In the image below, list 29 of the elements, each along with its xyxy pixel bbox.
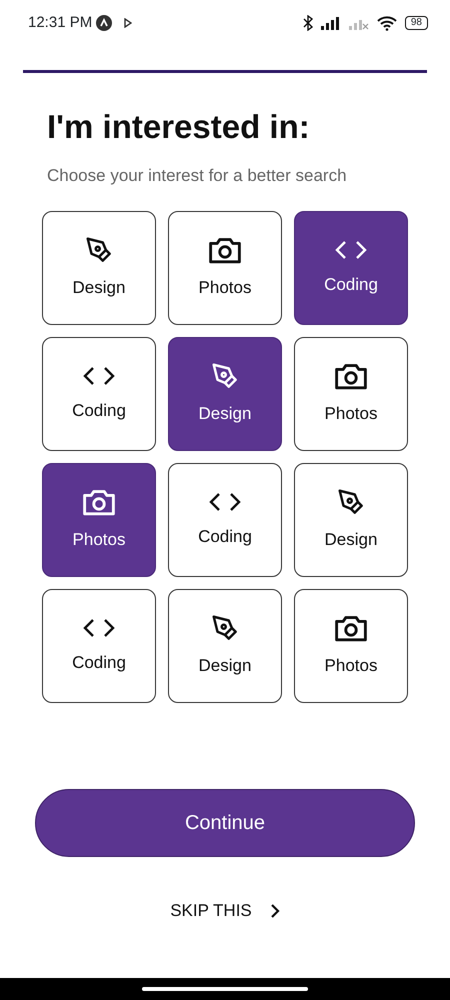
- interest-tile[interactable]: Design: [168, 589, 282, 704]
- continue-button[interactable]: Continue: [35, 789, 415, 858]
- status-time: 12:31 PM: [28, 12, 92, 33]
- interest-tile[interactable]: Photos: [294, 337, 408, 452]
- subtitle: Choose your interest for a better search: [47, 164, 348, 187]
- skip-button[interactable]: SKIP THIS: [164, 897, 286, 925]
- interest-tile[interactable]: Design: [294, 463, 408, 578]
- page-title: I'm interested in:: [47, 107, 311, 147]
- interest-tile[interactable]: Coding: [168, 463, 282, 578]
- interest-tile[interactable]: Design: [42, 211, 156, 326]
- play-icon: [124, 18, 132, 28]
- camera-icon: [82, 487, 116, 518]
- app-icon: [96, 15, 112, 31]
- signal-icon: [320, 16, 341, 30]
- camera-icon: [208, 235, 242, 266]
- camera-icon: [334, 613, 368, 644]
- camera-icon: [334, 361, 368, 392]
- interest-tile[interactable]: Coding: [42, 337, 156, 452]
- interest-tile[interactable]: Photos: [168, 211, 282, 326]
- battery-indicator: 98: [404, 16, 428, 30]
- interest-tile[interactable]: Photos: [42, 463, 156, 578]
- interest-tile[interactable]: Coding: [294, 211, 408, 326]
- interest-tile[interactable]: Design: [168, 337, 282, 452]
- chevron-icon: [270, 902, 280, 919]
- interest-tile[interactable]: Photos: [294, 589, 408, 704]
- wifi-icon: [376, 16, 397, 30]
- home-indicator[interactable]: [142, 987, 308, 991]
- interest-tile[interactable]: Coding: [42, 589, 156, 704]
- bluetooth-icon: [302, 15, 313, 31]
